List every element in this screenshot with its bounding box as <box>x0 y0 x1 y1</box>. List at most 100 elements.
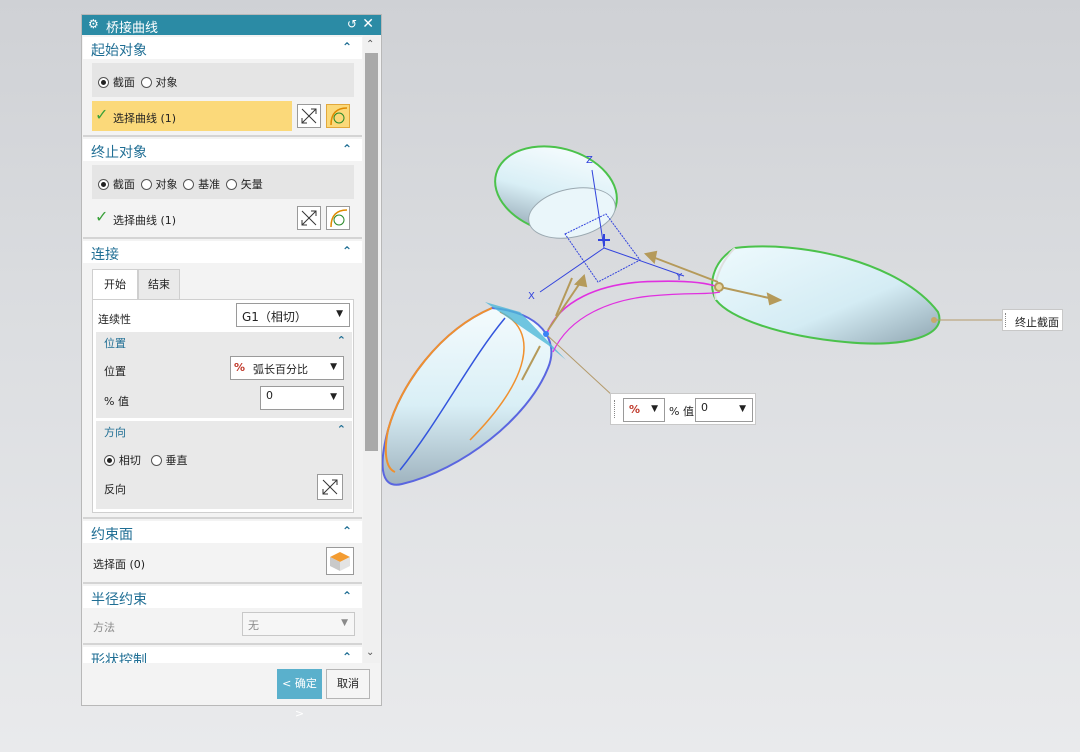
ok-button[interactable]: < 确定 > <box>277 669 322 720</box>
top-solid-body <box>494 145 618 239</box>
end-radio-datum-label: 基准 <box>198 178 221 191</box>
chevron-down-icon: ▼ <box>341 618 348 628</box>
direction-group-title: 方向 <box>104 426 126 439</box>
start-radio-section-label: 截面 <box>112 76 135 89</box>
direction-radio-normal-label: 垂直 <box>165 454 188 467</box>
start-select-curve-button[interactable] <box>326 104 350 128</box>
chevron-up-icon[interactable]: ⌃ <box>342 589 352 603</box>
checkmark-icon: ✓ <box>95 207 109 226</box>
curve-select-icon <box>330 107 348 126</box>
end-select-curve-label: 选择曲线 (1) <box>113 214 177 227</box>
constraint-face-title: 约束面 <box>91 527 133 543</box>
position-method-dropdown[interactable]: % 弧长百分比 ▼ <box>230 356 344 380</box>
scroll-up-icon[interactable]: ⌃ <box>366 39 374 50</box>
direction-radio-tangent[interactable] <box>104 455 115 466</box>
radius-method-dropdown[interactable]: 无 ▼ <box>242 612 355 636</box>
start-radio-object[interactable] <box>140 77 152 88</box>
tab-end[interactable]: 结束 <box>138 269 180 299</box>
onscreen-percent-input[interactable]: 0 ▼ <box>695 398 753 422</box>
position-group-header[interactable]: 位置 ⌃ <box>96 332 352 352</box>
onscreen-percent-widget: % ▼ % 值 0 ▼ <box>610 393 756 425</box>
end-radio-object[interactable] <box>140 179 152 190</box>
direction-radio-normal[interactable] <box>150 455 162 466</box>
percent-arc-icon: % <box>234 361 246 374</box>
chevron-up-icon[interactable]: ⌃ <box>342 650 352 663</box>
shape-control-header[interactable]: 形状控制 ⌃ <box>83 647 362 663</box>
drag-grip-icon[interactable] <box>614 400 619 418</box>
axis-z-label: Z <box>586 155 593 166</box>
scrollbar-thumb[interactable] <box>365 53 378 451</box>
end-object-header[interactable]: 终止对象 ⌃ <box>83 139 362 161</box>
end-radio-datum[interactable] <box>183 179 195 190</box>
scroll-down-icon[interactable]: ⌄ <box>366 647 374 658</box>
onscreen-percent-label: % 值 <box>669 405 694 418</box>
drag-grip-icon[interactable] <box>1005 313 1010 327</box>
select-face-button[interactable] <box>326 547 354 575</box>
start-select-curve-label: 选择曲线 (1) <box>113 112 177 125</box>
end-radio-section-label: 截面 <box>112 178 135 191</box>
continuity-dropdown[interactable]: G1（相切） ▼ <box>236 303 350 327</box>
dialog-title-bar[interactable]: ⚙ 桥接曲线 ↺ ✕ <box>82 15 381 36</box>
gear-icon[interactable]: ⚙ <box>88 17 99 31</box>
chevron-up-icon[interactable]: ⌃ <box>342 142 352 156</box>
percent-arc-icon: % <box>629 403 641 416</box>
connect-header[interactable]: 连接 ⌃ <box>83 241 362 263</box>
position-label: 位置 <box>104 365 126 378</box>
radius-constraint-title: 半径约束 <box>91 592 147 608</box>
chevron-down-icon: ▼ <box>336 309 343 319</box>
dialog-title: 桥接曲线 <box>106 21 159 36</box>
start-select-curve-row[interactable]: ✓ 选择曲线 (1) <box>92 101 292 131</box>
chevron-up-icon[interactable]: ⌃ <box>342 40 352 54</box>
start-object-header[interactable]: 起始对象 ⌃ <box>83 37 362 59</box>
onscreen-method-dropdown[interactable]: % ▼ <box>623 398 665 422</box>
end-radio-vector-label: 矢量 <box>240 178 263 191</box>
chevron-down-icon: ▼ <box>330 362 337 372</box>
chevron-up-icon[interactable]: ⌃ <box>342 244 352 258</box>
end-radio-section[interactable] <box>98 179 109 190</box>
end-section-tag[interactable]: 终止截面 <box>1002 309 1063 331</box>
chevron-up-icon[interactable]: ⌃ <box>337 423 346 436</box>
constraint-face-header[interactable]: 约束面 ⌃ <box>83 521 362 543</box>
reverse-direction-icon <box>301 108 317 124</box>
reverse-label: 反向 <box>104 483 126 496</box>
tab-start[interactable]: 开始 <box>92 269 138 299</box>
chevron-up-icon[interactable]: ⌃ <box>337 334 346 347</box>
face-select-icon <box>330 552 350 571</box>
connect-tabs: 开始 结束 <box>92 269 354 299</box>
end-select-curve-button[interactable] <box>326 206 350 230</box>
radius-constraint-header[interactable]: 半径约束 ⌃ <box>83 586 362 608</box>
start-radio-object-label: 对象 <box>155 76 178 89</box>
direction-reverse-button[interactable] <box>317 474 343 500</box>
start-radio-section[interactable] <box>98 77 109 88</box>
reset-icon[interactable]: ↺ <box>347 17 357 31</box>
direction-radio-tangent-label: 相切 <box>118 454 141 467</box>
select-face-label: 选择面 (0) <box>93 558 146 571</box>
percent-value-label: % 值 <box>104 395 129 408</box>
end-radio-object-label: 对象 <box>155 178 178 191</box>
left-solid-body <box>381 302 566 486</box>
end-radio-vector[interactable] <box>225 179 237 190</box>
cancel-button[interactable]: 取消 <box>326 669 370 699</box>
reverse-direction-icon <box>322 479 338 495</box>
end-select-curve-row[interactable]: ✓ 选择曲线 (1) <box>92 203 292 233</box>
checkmark-icon: ✓ <box>95 105 109 124</box>
end-type-radio-group: 截面 对象 基准 矢量 <box>92 165 354 199</box>
start-type-radio-group: 截面 对象 <box>92 63 354 97</box>
continuity-label: 连续性 <box>98 313 131 326</box>
radius-method-label: 方法 <box>93 621 115 634</box>
chevron-down-icon: ▼ <box>330 392 337 402</box>
chevron-down-icon: ▼ <box>651 404 658 414</box>
position-group-title: 位置 <box>104 337 126 350</box>
direction-group-header[interactable]: 方向 ⌃ <box>96 421 352 441</box>
percent-value-input[interactable]: 0 ▼ <box>260 386 344 410</box>
end-reverse-direction-button[interactable] <box>297 206 321 230</box>
start-object-title: 起始对象 <box>91 43 147 59</box>
start-reverse-direction-button[interactable] <box>297 104 321 128</box>
percent-widget-leader <box>547 335 614 397</box>
right-solid-body <box>711 245 941 345</box>
chevron-up-icon[interactable]: ⌃ <box>342 524 352 538</box>
axis-y-label: Y <box>675 272 683 283</box>
close-icon[interactable]: ✕ <box>362 16 374 32</box>
bridge-curve-dialog: ⚙ 桥接曲线 ↺ ✕ ⌃ ⌄ 起始对象 ⌃ 截面 对象 ✓ 选择曲线 (1) 终… <box>81 14 382 720</box>
chevron-down-icon: ▼ <box>739 404 746 414</box>
